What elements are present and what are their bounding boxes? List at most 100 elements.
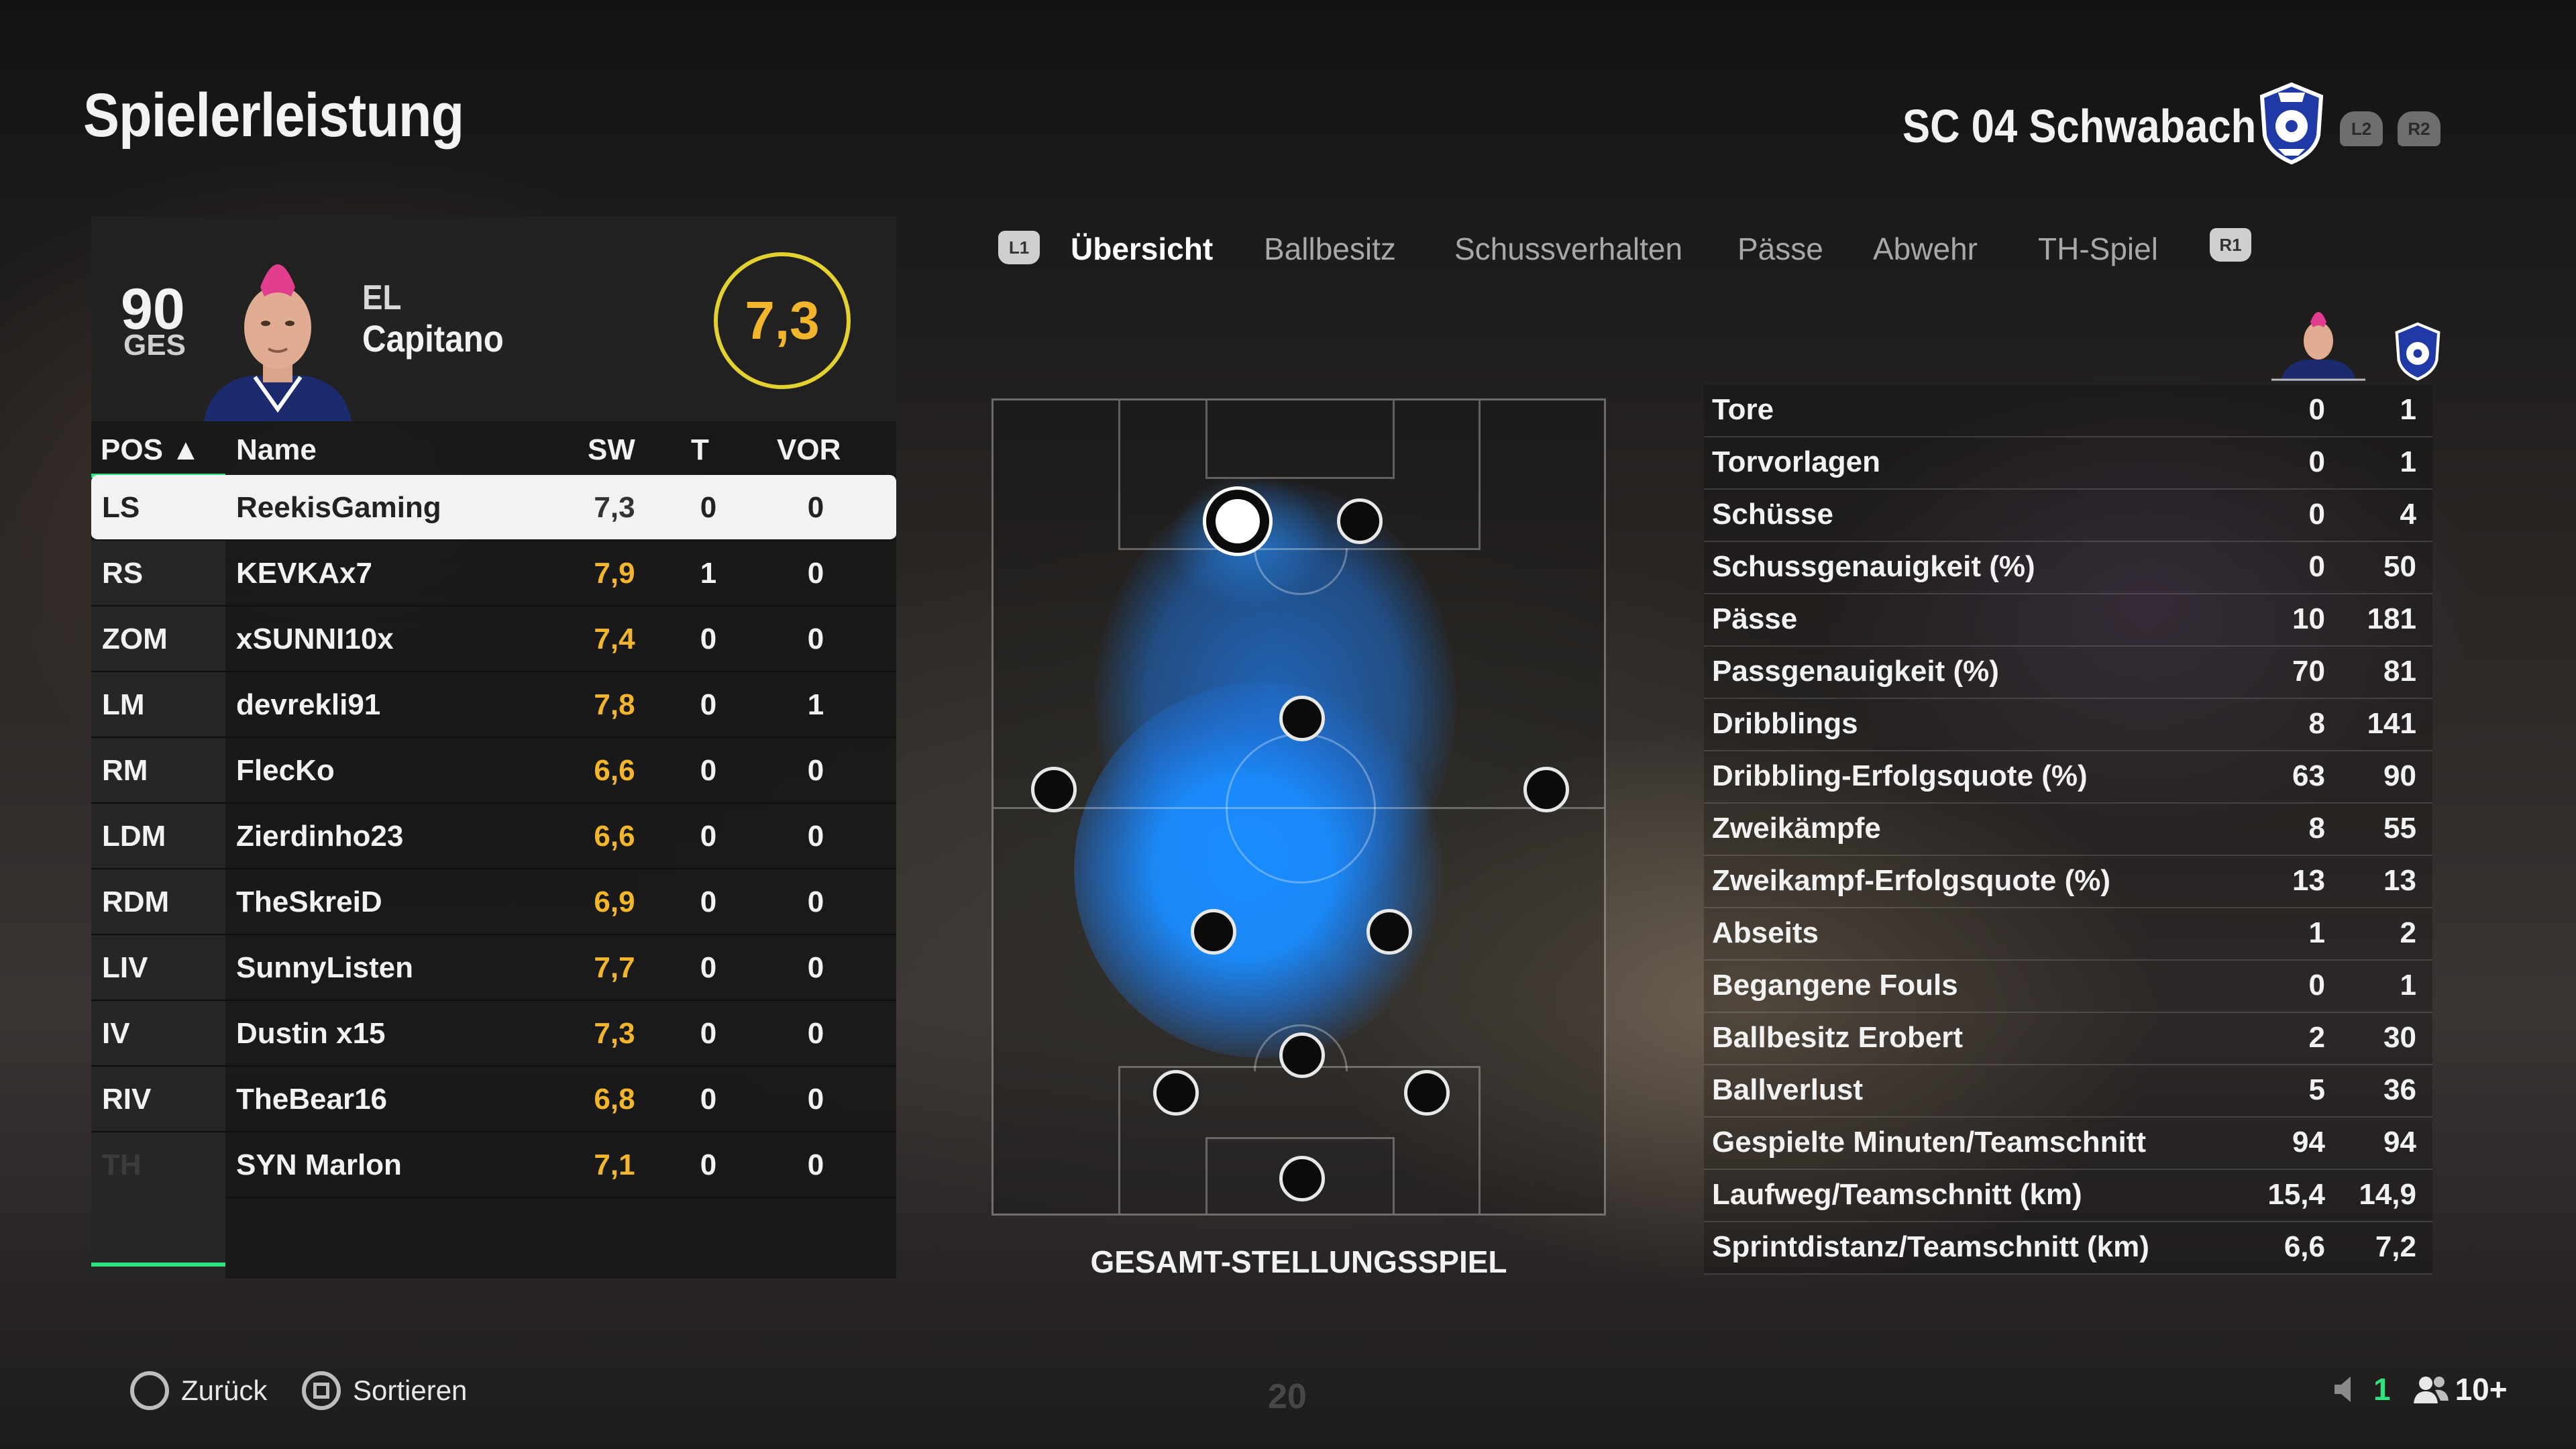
sort-button[interactable]: Sortieren <box>302 1371 467 1410</box>
column-header-name[interactable]: Name <box>236 433 317 467</box>
row-assists: 0 <box>807 623 824 655</box>
row-player-name: Dustin x15 <box>236 1017 386 1050</box>
r1-button-icon[interactable]: R1 <box>2210 228 2251 262</box>
row-rating: 6,6 <box>594 754 635 787</box>
column-header-sw[interactable]: SW <box>588 433 635 467</box>
stat-row: Begangene Fouls 0 1 <box>1704 961 2432 1013</box>
stat-label: Begangene Fouls <box>1712 969 1958 1002</box>
back-button[interactable]: Zurück <box>130 1371 267 1410</box>
row-assists: 0 <box>807 1083 824 1116</box>
stat-row: Gespielte Minuten/Teamschnitt 94 94 <box>1704 1118 2432 1170</box>
stat-player-value: 0 <box>2308 498 2325 531</box>
stat-player-value: 6,6 <box>2284 1230 2325 1263</box>
row-goals: 1 <box>700 557 717 590</box>
player-position-marker <box>1153 1070 1199 1116</box>
table-row[interactable]: LIV SunnyListen 7,7 0 0 <box>91 935 896 1001</box>
tab-uebersicht[interactable]: Übersicht <box>1071 231 1213 267</box>
club-crest-icon <box>2258 82 2325 165</box>
stat-team-value: 50 <box>2383 550 2416 583</box>
row-position: LS <box>102 491 140 524</box>
table-row[interactable]: LS ReekisGaming 7,3 0 0 <box>91 475 896 541</box>
stat-team-value: 1 <box>2400 445 2416 478</box>
stat-team-value: 7,2 <box>2375 1230 2416 1263</box>
stat-label: Dribbling-Erfolgsquote (%) <box>1712 759 2088 792</box>
row-goals: 0 <box>700 1017 717 1050</box>
player-position-marker <box>1279 1156 1325 1201</box>
stat-row: Schüsse 0 4 <box>1704 490 2432 542</box>
l2-button-icon[interactable]: L2 <box>2340 111 2383 146</box>
stat-team-value: 90 <box>2383 759 2416 792</box>
stat-team-value: 141 <box>2367 707 2416 740</box>
row-rating: 6,9 <box>594 885 635 918</box>
row-rating: 7,3 <box>594 491 635 524</box>
row-goals: 0 <box>700 623 717 655</box>
stat-row: Dribbling-Erfolgsquote (%) 63 90 <box>1704 751 2432 804</box>
match-rating-ring: 7,3 <box>714 252 851 389</box>
stat-player-value: 15,4 <box>2267 1178 2325 1211</box>
player-position-marker <box>1404 1070 1450 1116</box>
table-row[interactable]: ZOM xSUNNI10x 7,4 0 0 <box>91 606 896 672</box>
stat-row: Zweikämpfe 8 55 <box>1704 804 2432 856</box>
stat-player-value: 5 <box>2308 1073 2325 1106</box>
table-row[interactable]: LDM Zierdinho23 6,6 0 0 <box>91 804 896 869</box>
stat-label: Ballbesitz Erobert <box>1712 1021 1964 1054</box>
sort-label: Sortieren <box>353 1375 468 1406</box>
tab-th-spiel[interactable]: TH-Spiel <box>2038 231 2158 267</box>
l1-button-icon[interactable]: L1 <box>998 231 1040 264</box>
stat-row: Torvorlagen 0 1 <box>1704 437 2432 490</box>
player-nickname-line2: Capitano <box>362 317 504 360</box>
row-rating: 7,9 <box>594 557 635 590</box>
row-position: RIV <box>102 1083 152 1116</box>
tab-abwehr[interactable]: Abwehr <box>1873 231 1978 267</box>
stat-row: Pässe 10 181 <box>1704 594 2432 647</box>
row-position: ZOM <box>102 623 168 655</box>
tab-schussverhalten[interactable]: Schussverhalten <box>1454 231 1682 267</box>
column-header-pos[interactable]: POS ▲ <box>101 433 201 467</box>
stat-row: Sprintdistanz/Teamschnitt (km) 6,6 7,2 <box>1704 1222 2432 1275</box>
table-row[interactable]: RS KEVKAx7 7,9 1 0 <box>91 541 896 606</box>
overall-label: GES <box>123 329 186 362</box>
tab-ballbesitz[interactable]: Ballbesitz <box>1264 231 1396 267</box>
stat-label: Ballverlust <box>1712 1073 1863 1106</box>
r2-button-icon[interactable]: R2 <box>2398 111 2440 146</box>
row-goals: 0 <box>700 688 717 721</box>
player-table-rows: LS ReekisGaming 7,3 0 0 RS KEVKAx7 7,9 1… <box>91 475 896 1198</box>
column-header-t[interactable]: T <box>691 433 709 467</box>
row-assists: 0 <box>807 885 824 918</box>
stat-label: Tore <box>1712 393 1774 426</box>
stat-label: Passgenauigkeit (%) <box>1712 655 1999 688</box>
stat-row: Zweikampf-Erfolgsquote (%) 13 13 <box>1704 856 2432 908</box>
center-circle <box>1226 733 1376 883</box>
circle-button-icon <box>130 1371 169 1410</box>
row-goals: 0 <box>700 1083 717 1116</box>
stat-team-value: 36 <box>2383 1073 2416 1106</box>
row-rating: 6,8 <box>594 1083 635 1116</box>
status-indicators: 1 10+ <box>2330 1371 2508 1407</box>
stat-team-value: 81 <box>2383 655 2416 688</box>
row-rating: 7,3 <box>594 1017 635 1050</box>
row-assists: 0 <box>807 491 824 524</box>
stat-label: Dribblings <box>1712 707 1858 740</box>
column-header-vor[interactable]: VOR <box>777 433 841 467</box>
table-row[interactable]: LM devrekli91 7,8 0 1 <box>91 672 896 738</box>
stat-player-value: 8 <box>2308 812 2325 845</box>
row-player-name: SunnyListen <box>236 951 414 984</box>
row-player-name: FlecKo <box>236 754 335 787</box>
player-position-marker-selected <box>1206 490 1269 553</box>
table-row[interactable]: RM FlecKo 6,6 0 0 <box>91 738 896 804</box>
speaker-icon <box>2330 1374 2361 1405</box>
stat-player-value: 0 <box>2308 550 2325 583</box>
table-row[interactable]: RIV TheBear16 6,8 0 0 <box>91 1067 896 1132</box>
tab-paesse[interactable]: Pässe <box>1737 231 1823 267</box>
table-row[interactable]: IV Dustin x15 7,3 0 0 <box>91 1001 896 1067</box>
stat-player-value: 10 <box>2292 602 2325 635</box>
table-row[interactable]: RDM TheSkreiD 6,9 0 0 <box>91 869 896 935</box>
player-position-marker <box>1523 767 1569 812</box>
row-goals: 0 <box>700 1148 717 1181</box>
stat-player-value: 1 <box>2308 916 2325 949</box>
player-position-marker <box>1279 1032 1325 1078</box>
stat-team-value: 1 <box>2400 393 2416 426</box>
players-count: 10+ <box>2455 1372 2508 1407</box>
row-position: IV <box>102 1017 130 1050</box>
stat-label: Gespielte Minuten/Teamschnitt <box>1712 1126 2147 1159</box>
